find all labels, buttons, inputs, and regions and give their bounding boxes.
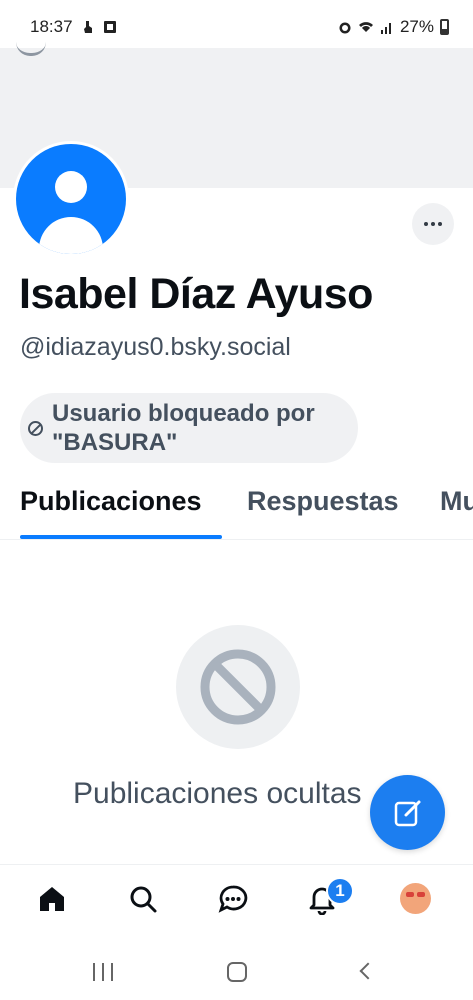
tab-respuestas[interactable]: Respuestas bbox=[247, 486, 399, 517]
profile-avatar[interactable] bbox=[13, 141, 129, 257]
hidden-posts-message: Publicaciones ocultas bbox=[73, 777, 362, 810]
ellipsis-dot bbox=[438, 222, 442, 226]
recent-bar bbox=[93, 963, 95, 981]
wifi-icon bbox=[358, 22, 373, 32]
alarm-icon bbox=[339, 22, 351, 34]
system-navigation-bar bbox=[0, 940, 473, 1000]
blocked-status-pill[interactable]: Usuario bloqueado por "BASURA" bbox=[20, 393, 358, 463]
ellipsis-icon bbox=[424, 222, 428, 226]
prohibited-icon-svg bbox=[200, 649, 276, 725]
recent-apps-icon[interactable] bbox=[93, 963, 113, 981]
nav-home[interactable] bbox=[34, 881, 70, 917]
search-icon bbox=[130, 886, 157, 913]
more-options-button[interactable] bbox=[412, 203, 454, 245]
home-icon bbox=[40, 887, 64, 911]
profile-handle[interactable]: @idiazayus0.bsky.social bbox=[20, 333, 291, 362]
profile-avatar-nav[interactable] bbox=[400, 883, 431, 914]
battery-percent: 27% bbox=[399, 17, 434, 36]
notification-icon bbox=[83, 21, 92, 33]
tab-multimedia[interactable]: Multimedia bbox=[440, 486, 473, 517]
compose-icon bbox=[394, 800, 420, 826]
signal-icon bbox=[380, 23, 391, 34]
home-button-icon[interactable] bbox=[227, 962, 247, 982]
display-name: Isabel Díaz Ayuso bbox=[19, 270, 373, 318]
avatar-body bbox=[39, 217, 103, 254]
chat-icon bbox=[218, 885, 248, 913]
compose-button[interactable] bbox=[370, 775, 445, 850]
nav-search[interactable] bbox=[125, 881, 161, 917]
avatar-head bbox=[55, 171, 87, 203]
default-avatar-icon bbox=[16, 144, 126, 254]
prohibited-icon bbox=[176, 625, 300, 749]
ellipsis-dot bbox=[431, 222, 435, 226]
back-icon[interactable] bbox=[359, 962, 377, 980]
bottom-navigation: 1 bbox=[0, 864, 473, 940]
status-right: 27% bbox=[338, 17, 449, 37]
status-left: 18:37 bbox=[30, 17, 117, 37]
profile-tabs: Publicaciones Respuestas Multimedia bbox=[0, 478, 473, 540]
tab-publicaciones[interactable]: Publicaciones bbox=[20, 486, 202, 517]
status-bar: 18:37 27% bbox=[0, 0, 473, 48]
back-button-icon[interactable] bbox=[16, 42, 46, 56]
active-tab-indicator bbox=[20, 535, 222, 539]
recent-bar bbox=[111, 963, 113, 981]
nav-chat[interactable] bbox=[215, 881, 251, 917]
sim-icon bbox=[103, 21, 116, 33]
recent-bar bbox=[102, 963, 104, 981]
blocked-label: Usuario bloqueado por "BASURA" bbox=[52, 400, 315, 456]
status-time: 18:37 bbox=[30, 17, 73, 36]
notification-badge: 1 bbox=[326, 877, 354, 905]
battery-icon bbox=[440, 19, 449, 35]
blocked-icon bbox=[28, 421, 43, 436]
